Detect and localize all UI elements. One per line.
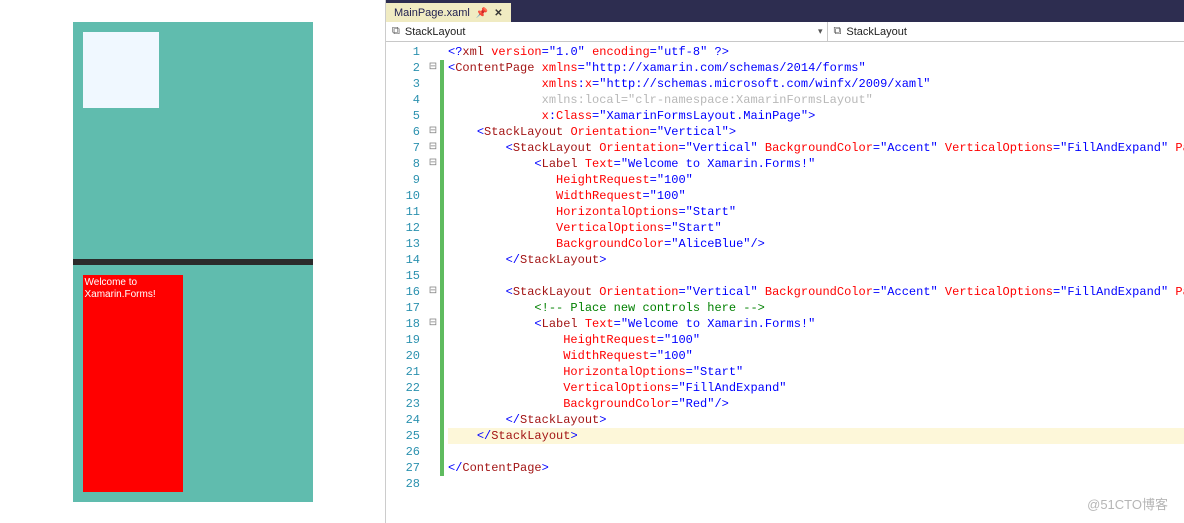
preview-label-2a: Welcome to (85, 277, 138, 288)
code-text[interactable]: <?xml version="1.0" encoding="utf-8" ?><… (444, 42, 1184, 523)
preview-label-red: Welcome to Xamarin.Forms! (83, 275, 183, 492)
preview-label-2b: Xamarin.Forms! (85, 289, 156, 300)
breadcrumb-right[interactable]: ⧉ StackLayout ▾ (828, 22, 1184, 41)
preview-label-aliceblue (83, 32, 159, 108)
breadcrumb-right-label: StackLayout (846, 26, 907, 38)
chevron-down-icon[interactable]: ▾ (818, 26, 823, 37)
layout-icon: ⧉ (834, 25, 842, 38)
line-number-gutter: 1234567891011121314151617181920212223242… (386, 42, 426, 523)
close-icon[interactable]: ✕ (494, 8, 502, 19)
layout-icon: ⧉ (392, 25, 400, 38)
file-tab-label: MainPage.xaml (394, 7, 470, 19)
file-tab-mainpage[interactable]: MainPage.xaml 📌 ✕ (386, 3, 511, 22)
pin-icon[interactable]: 📌 (476, 8, 488, 19)
preview-top-stacklayout (73, 22, 313, 259)
tab-strip: MainPage.xaml 📌 ✕ (386, 0, 1184, 22)
device-frame: Welcome to Xamarin.Forms! (73, 22, 313, 502)
preview-bottom-stacklayout: Welcome to Xamarin.Forms! (73, 265, 313, 502)
breadcrumb-bar: ⧉ StackLayout ▾ ⧉ StackLayout ▾ (386, 22, 1184, 42)
designer-preview-pane: Welcome to Xamarin.Forms! (0, 0, 386, 523)
code-area[interactable]: 1234567891011121314151617181920212223242… (386, 42, 1184, 523)
code-editor-pane: MainPage.xaml 📌 ✕ ⧉ StackLayout ▾ ⧉ Stac… (386, 0, 1184, 523)
breadcrumb-left-label: StackLayout (405, 26, 466, 38)
fold-gutter[interactable]: ⊟⊟⊟⊟⊟⊟ (426, 42, 440, 523)
breadcrumb-left[interactable]: ⧉ StackLayout ▾ (386, 22, 828, 41)
